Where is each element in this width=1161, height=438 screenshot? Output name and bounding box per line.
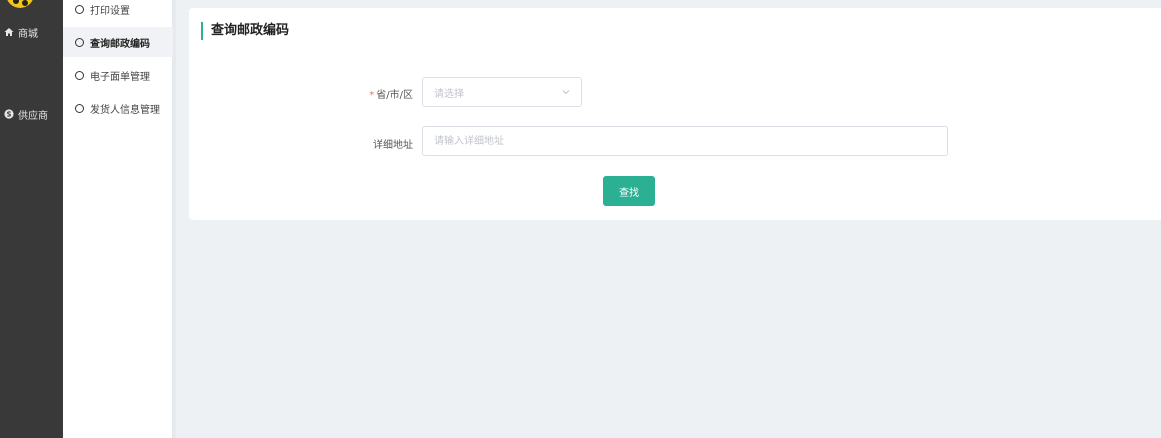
region-select-placeholder: 请选择 — [434, 88, 464, 100]
postal-code-card: 查询邮政编码 *省/市/区 请选择 详细地址 查找 — [189, 8, 1161, 220]
nav-item-label: 商城 — [18, 28, 38, 40]
chevron-down-icon — [561, 87, 571, 97]
sidebar-item-label: 发货人信息管理 — [90, 104, 160, 116]
avatar[interactable] — [6, 0, 34, 8]
sidebar-item-print-settings[interactable]: 打印设置 — [63, 0, 173, 24]
sidebar-item-label: 打印设置 — [90, 5, 130, 17]
region-select[interactable]: 请选择 — [422, 77, 582, 107]
circle-icon — [75, 4, 84, 14]
circle-icon — [75, 37, 84, 47]
sidebar-divider — [173, 0, 176, 438]
sidebar-item-label: 电子面单管理 — [90, 71, 150, 83]
sidebar-item-postal-code[interactable]: 查询邮政编码 — [63, 27, 173, 57]
sub-sidebar: 打印设置 查询邮政编码 电子面单管理 发货人信息管理 — [63, 0, 173, 438]
search-button[interactable]: 查找 — [603, 176, 655, 206]
circle-icon — [75, 103, 84, 113]
region-label-text: 省/市/区 — [376, 90, 413, 101]
supplier-icon — [4, 109, 14, 119]
region-label: * 省/市/区 — [349, 86, 413, 101]
home-icon — [4, 27, 14, 37]
nav-item-supplier[interactable]: 供应商 — [0, 104, 63, 124]
address-label: 详细地址 — [373, 140, 413, 151]
sidebar-item-label: 查询邮政编码 — [90, 38, 150, 50]
address-input[interactable] — [422, 126, 948, 156]
page-title: 查询邮政编码 — [201, 22, 289, 40]
sidebar-item-e-waybill[interactable]: 电子面单管理 — [63, 60, 173, 90]
left-nav: 商城 供应商 — [0, 0, 63, 438]
sidebar-item-sender-info[interactable]: 发货人信息管理 — [63, 93, 173, 123]
nav-item-shop[interactable]: 商城 — [0, 22, 63, 42]
required-mark: * — [369, 90, 375, 101]
circle-icon — [75, 70, 84, 80]
nav-item-label: 供应商 — [18, 110, 48, 122]
